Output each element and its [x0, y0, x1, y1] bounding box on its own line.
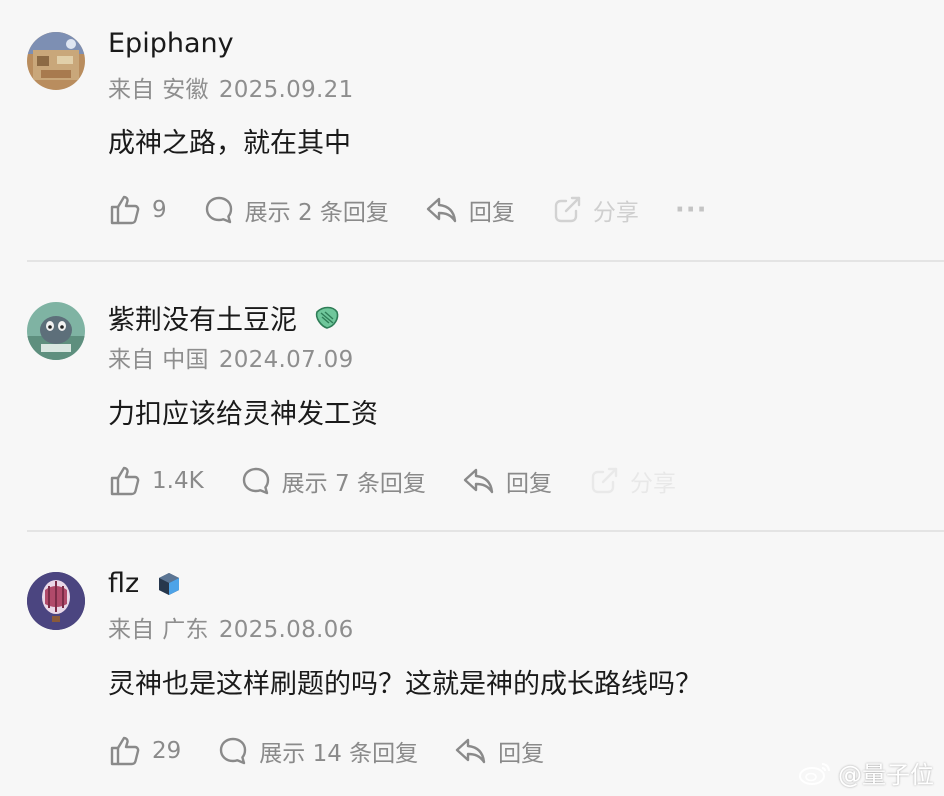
reply-button[interactable]: 回复 — [425, 193, 515, 227]
reply-arrow-icon — [455, 738, 486, 764]
reply-label: 回复 — [468, 200, 515, 226]
show-replies-label: 展示 2 条回复 — [244, 200, 389, 226]
comment-text: 成神之路，就在其中 — [108, 128, 351, 159]
comment-actions: 29 展示 14 条回复 回复 — [108, 733, 580, 769]
username-text[interactable]: flz — [108, 568, 139, 599]
like-button[interactable]: 29 — [108, 734, 181, 768]
comment-bubble-icon — [205, 196, 232, 224]
divider — [27, 260, 944, 262]
watermark-text: @量子位 — [838, 761, 934, 789]
username[interactable]: Epiphany — [108, 28, 234, 59]
comment-actions: 9 展示 2 条回复 回复 分享 ··· — [108, 192, 708, 228]
date: 2024.07.09 — [218, 347, 354, 373]
reply-button[interactable]: 回复 — [462, 464, 552, 498]
watermark: @量子位 — [798, 755, 934, 790]
share-button[interactable]: 分享 — [588, 464, 676, 498]
reply-arrow-icon — [463, 468, 494, 494]
comment-meta: 来自 安徽 2025.09.21 — [108, 70, 354, 104]
comment-text: 力扣应该给灵神发工资 — [108, 399, 378, 430]
cube-badge-icon — [159, 572, 180, 595]
username-text[interactable]: Epiphany — [108, 28, 234, 59]
share-button[interactable]: 分享 — [551, 193, 639, 227]
reply-arrow-icon — [426, 197, 457, 223]
avatar[interactable] — [27, 572, 85, 630]
comment-meta: 来自 广东 2025.08.06 — [108, 610, 354, 644]
thumbs-up-icon — [110, 466, 140, 496]
reply-label: 回复 — [498, 741, 545, 767]
thumbs-up-icon — [110, 195, 140, 225]
thumbs-up-icon — [110, 736, 140, 766]
like-count: 9 — [152, 197, 167, 223]
location: 来自 安徽 — [108, 77, 209, 103]
share-label: 分享 — [629, 471, 676, 497]
more-icon: ··· — [674, 195, 708, 225]
comment-actions: 1.4K 展示 7 条回复 回复 分享 — [108, 463, 712, 499]
show-replies-label: 展示 7 条回复 — [281, 471, 426, 497]
share-label: 分享 — [592, 200, 639, 226]
date: 2025.08.06 — [218, 617, 354, 643]
show-replies-label: 展示 14 条回复 — [259, 741, 419, 767]
show-replies-button[interactable]: 展示 2 条回复 — [203, 193, 389, 227]
comment-text: 灵神也是这样刷题的吗？这就是神的成长路线吗？ — [108, 669, 702, 700]
reply-button[interactable]: 回复 — [454, 734, 544, 768]
like-button[interactable]: 9 — [108, 193, 167, 227]
avatar[interactable] — [27, 302, 85, 360]
show-replies-button[interactable]: 展示 14 条回复 — [217, 734, 418, 768]
divider — [27, 530, 944, 532]
username[interactable]: flz — [108, 568, 183, 599]
like-count: 29 — [152, 738, 182, 764]
weibo-icon — [799, 762, 830, 785]
like-count: 1.4K — [152, 468, 204, 494]
leaf-badge-icon — [315, 306, 339, 329]
location: 来自 广东 — [108, 617, 209, 643]
avatar[interactable] — [27, 32, 85, 90]
comment-bubble-icon — [220, 737, 247, 765]
location: 来自 中国 — [108, 347, 209, 373]
like-button[interactable]: 1.4K — [108, 464, 204, 498]
username[interactable]: 紫荆没有土豆泥 — [108, 298, 341, 337]
show-replies-button[interactable]: 展示 7 条回复 — [240, 464, 426, 498]
username-text[interactable]: 紫荆没有土豆泥 — [108, 298, 297, 337]
reply-label: 回复 — [505, 471, 552, 497]
date: 2025.09.21 — [218, 77, 354, 103]
more-button[interactable]: ··· — [675, 195, 708, 225]
comment-meta: 来自 中国 2024.07.09 — [108, 340, 354, 374]
comment-bubble-icon — [242, 467, 269, 495]
comment-list: Epiphany 来自 安徽 2025.09.21 成神之路，就在其中 9 展示 … — [0, 0, 944, 796]
share-icon — [554, 196, 581, 223]
share-icon — [591, 467, 618, 494]
